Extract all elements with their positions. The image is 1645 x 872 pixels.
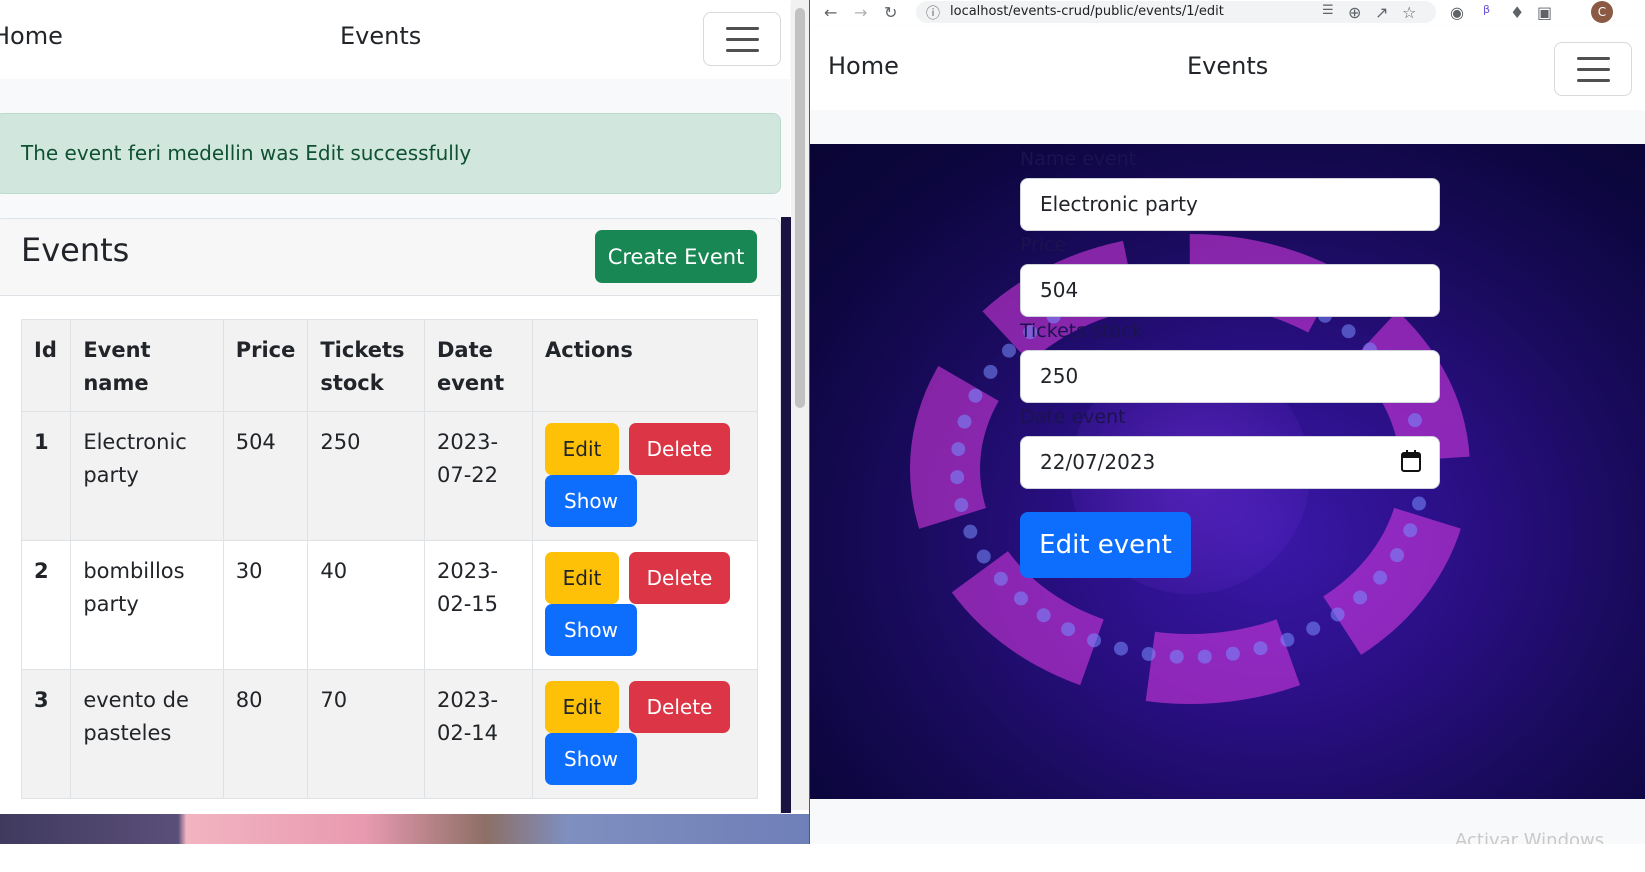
side-panel-icon[interactable]: ▣ xyxy=(1537,3,1552,22)
tickets-input[interactable]: 250 xyxy=(1020,350,1440,403)
cell-price: 504 xyxy=(222,411,309,541)
calendar-icon[interactable] xyxy=(1401,450,1421,472)
delete-button[interactable]: Delete xyxy=(629,552,730,604)
events-table: Id Event name Price Tickets stock Date e… xyxy=(20,319,758,799)
scrollbar-thumb[interactable] xyxy=(795,8,805,408)
date-input-value[interactable]: 22/07/2023 xyxy=(1040,450,1155,474)
right-browser-window: ← → ↻ ⓘ localhost/events-crud/public/eve… xyxy=(810,0,1645,872)
cell-tickets: 40 xyxy=(307,540,425,670)
profile-avatar[interactable]: C xyxy=(1591,1,1613,23)
name-input[interactable]: Electronic party xyxy=(1020,178,1440,231)
reload-icon[interactable]: ↻ xyxy=(884,3,897,22)
table-row: 3 evento de pasteles 80 70 2023-02-14 Ed… xyxy=(20,669,758,799)
tickets-input-value[interactable]: 250 xyxy=(1040,364,1078,388)
screen-bottom-edge xyxy=(0,844,1645,872)
left-window: Home Events The event feri medellin was … xyxy=(0,0,810,872)
card-title: Events xyxy=(21,231,130,269)
cell-tickets: 70 xyxy=(307,669,425,799)
nav-home-link[interactable]: Home xyxy=(828,52,899,80)
success-alert: The event feri medellin was Edit success… xyxy=(0,113,781,194)
cell-date: 2023-02-15 xyxy=(424,540,533,670)
navbar: Home Events xyxy=(0,0,790,79)
table-row: 1 Electronic party 504 250 2023-07-22 Ed… xyxy=(20,411,758,541)
browser-toolbar: ← → ↻ ⓘ localhost/events-crud/public/eve… xyxy=(810,0,1645,26)
edit-button[interactable]: Edit xyxy=(545,681,619,733)
table-row: 2 bombillos party 30 40 2023-02-15 Edit … xyxy=(20,540,758,670)
col-header-name: Event name xyxy=(70,319,224,412)
cell-date: 2023-07-22 xyxy=(424,411,533,541)
navbar-toggler-button[interactable] xyxy=(1554,42,1632,96)
card-header: Events Create Event xyxy=(0,219,780,296)
col-header-tickets: Tickets stock xyxy=(307,319,425,412)
back-icon[interactable]: ← xyxy=(824,3,837,22)
price-input-value[interactable]: 504 xyxy=(1040,278,1078,302)
col-header-id: Id xyxy=(20,319,72,412)
name-label: Name event xyxy=(1020,148,1137,170)
delete-button[interactable]: Delete xyxy=(629,681,730,733)
col-header-actions: Actions xyxy=(532,319,758,412)
cell-date: 2023-02-14 xyxy=(424,669,533,799)
show-button[interactable]: Show xyxy=(545,733,637,785)
cell-id: 2 xyxy=(20,540,72,670)
cell-tickets: 250 xyxy=(307,411,425,541)
cell-price: 30 xyxy=(222,540,309,670)
date-label: Date event xyxy=(1020,406,1126,428)
events-card: Events Create Event Id Event name Price … xyxy=(0,218,781,838)
extension-icon[interactable]: ◉ xyxy=(1450,3,1464,22)
translate-icon[interactable]: ☰ xyxy=(1322,3,1334,18)
hamburger-icon-line xyxy=(1577,68,1610,71)
edit-event-submit-button[interactable]: Edit event xyxy=(1020,512,1191,578)
cell-id: 3 xyxy=(20,669,72,799)
date-input[interactable]: 22/07/2023 xyxy=(1020,436,1440,489)
hamburger-icon xyxy=(1577,57,1610,60)
cell-name: evento de pasteles xyxy=(70,669,224,799)
hamburger-icon xyxy=(726,27,759,30)
navbar: Home Events xyxy=(810,26,1645,110)
puzzle-extensions-icon[interactable]: ♦ xyxy=(1510,3,1524,22)
cell-actions: Edit Delete Show xyxy=(532,540,758,670)
alert-message: The event feri medellin was Edit success… xyxy=(21,141,472,165)
edit-button[interactable]: Edit xyxy=(545,423,619,475)
cell-price: 80 xyxy=(222,669,309,799)
page-gap xyxy=(810,110,1645,144)
site-info-icon[interactable]: ⓘ xyxy=(926,3,940,23)
edit-button[interactable]: Edit xyxy=(545,552,619,604)
col-header-date: Date event xyxy=(424,319,533,412)
delete-button[interactable]: Delete xyxy=(629,423,730,475)
show-button[interactable]: Show xyxy=(545,475,637,527)
desktop-background-strip xyxy=(0,814,810,844)
extension-b-icon[interactable]: β xyxy=(1483,3,1490,16)
share-icon[interactable]: ↗ xyxy=(1375,3,1388,22)
name-input-value[interactable]: Electronic party xyxy=(1040,192,1198,216)
nav-home-link[interactable]: Home xyxy=(0,22,63,50)
cell-name: Electronic party xyxy=(70,411,224,541)
hamburger-icon-line xyxy=(726,38,759,41)
bookmark-star-icon[interactable]: ☆ xyxy=(1402,3,1416,22)
background-strip xyxy=(781,217,791,813)
url-text[interactable]: localhost/events-crud/public/events/1/ed… xyxy=(950,4,1224,19)
price-input[interactable]: 504 xyxy=(1020,264,1440,317)
forward-icon[interactable]: → xyxy=(854,3,867,22)
table-header-row: Id Event name Price Tickets stock Date e… xyxy=(20,319,758,412)
cell-actions: Edit Delete Show xyxy=(532,669,758,799)
page-body: The event feri medellin was Edit success… xyxy=(0,79,790,838)
show-button[interactable]: Show xyxy=(545,604,637,656)
tickets-label: Tickets stock xyxy=(1020,320,1143,342)
cell-name: bombillos party xyxy=(70,540,224,670)
nav-brand-title[interactable]: Events xyxy=(1187,52,1268,80)
zoom-icon[interactable]: ⊕ xyxy=(1348,3,1361,22)
create-event-button[interactable]: Create Event xyxy=(595,230,757,283)
navbar-toggler-button[interactable] xyxy=(703,12,781,66)
price-label: Price xyxy=(1020,234,1067,256)
cell-id: 1 xyxy=(20,411,72,541)
hamburger-icon-line xyxy=(1577,79,1610,82)
cell-actions: Edit Delete Show xyxy=(532,411,758,541)
hamburger-icon-line xyxy=(726,49,759,52)
col-header-price: Price xyxy=(222,319,309,412)
nav-brand-title[interactable]: Events xyxy=(340,22,421,50)
vertical-scrollbar[interactable] xyxy=(791,0,809,810)
